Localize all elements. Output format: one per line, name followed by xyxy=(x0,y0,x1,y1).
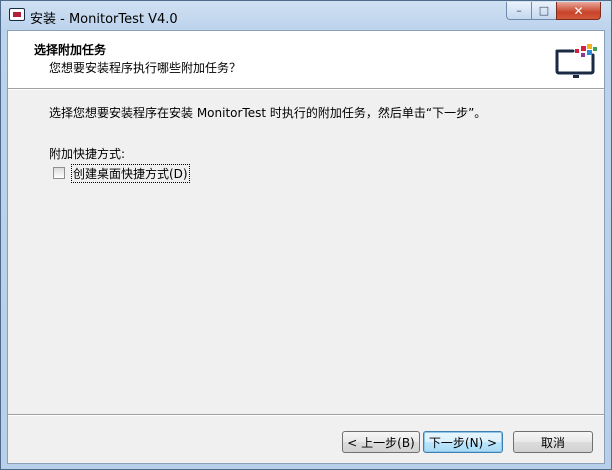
page-subtitle: 您想要安装程序执行哪些附加任务？ xyxy=(49,61,242,75)
monitor-logo-icon xyxy=(555,44,597,78)
app-monitor-icon xyxy=(9,8,25,21)
create-desktop-shortcut-label[interactable]: 创建桌面快捷方式(D) xyxy=(71,163,190,183)
instruction-text: 选择您想要安装程序在安装 MonitorTest 时执行的附加任务，然后单击“下… xyxy=(49,106,487,120)
back-button[interactable]: < 上一步(B) xyxy=(342,431,420,453)
wizard-header: 选择附加任务 您想要安装程序执行哪些附加任务？ xyxy=(8,31,604,88)
minimize-button[interactable]: – xyxy=(506,2,532,20)
installer-window: 安装 - MonitorTest V4.0 – □ ✕ 选择附加任务 您想要安装… xyxy=(0,0,612,470)
wizard-client-area: 选择附加任务 您想要安装程序执行哪些附加任务？ 选择您想要安装程序在安装 Mon… xyxy=(7,30,605,464)
header-divider xyxy=(8,88,604,90)
maximize-button[interactable]: □ xyxy=(531,2,557,20)
window-title: 安装 - MonitorTest V4.0 xyxy=(30,12,178,27)
title-bar[interactable]: 安装 - MonitorTest V4.0 – □ ✕ xyxy=(1,1,611,31)
cancel-button[interactable]: 取消 xyxy=(513,431,593,453)
create-desktop-shortcut-option[interactable]: 创建桌面快捷方式(D) xyxy=(53,163,190,183)
footer-divider xyxy=(8,414,604,416)
page-title: 选择附加任务 xyxy=(34,43,107,57)
create-desktop-shortcut-checkbox[interactable] xyxy=(53,167,65,179)
shortcut-group-label: 附加快捷方式: xyxy=(49,147,126,161)
close-button[interactable]: ✕ xyxy=(556,2,601,20)
next-button[interactable]: 下一步(N) > xyxy=(423,431,503,453)
